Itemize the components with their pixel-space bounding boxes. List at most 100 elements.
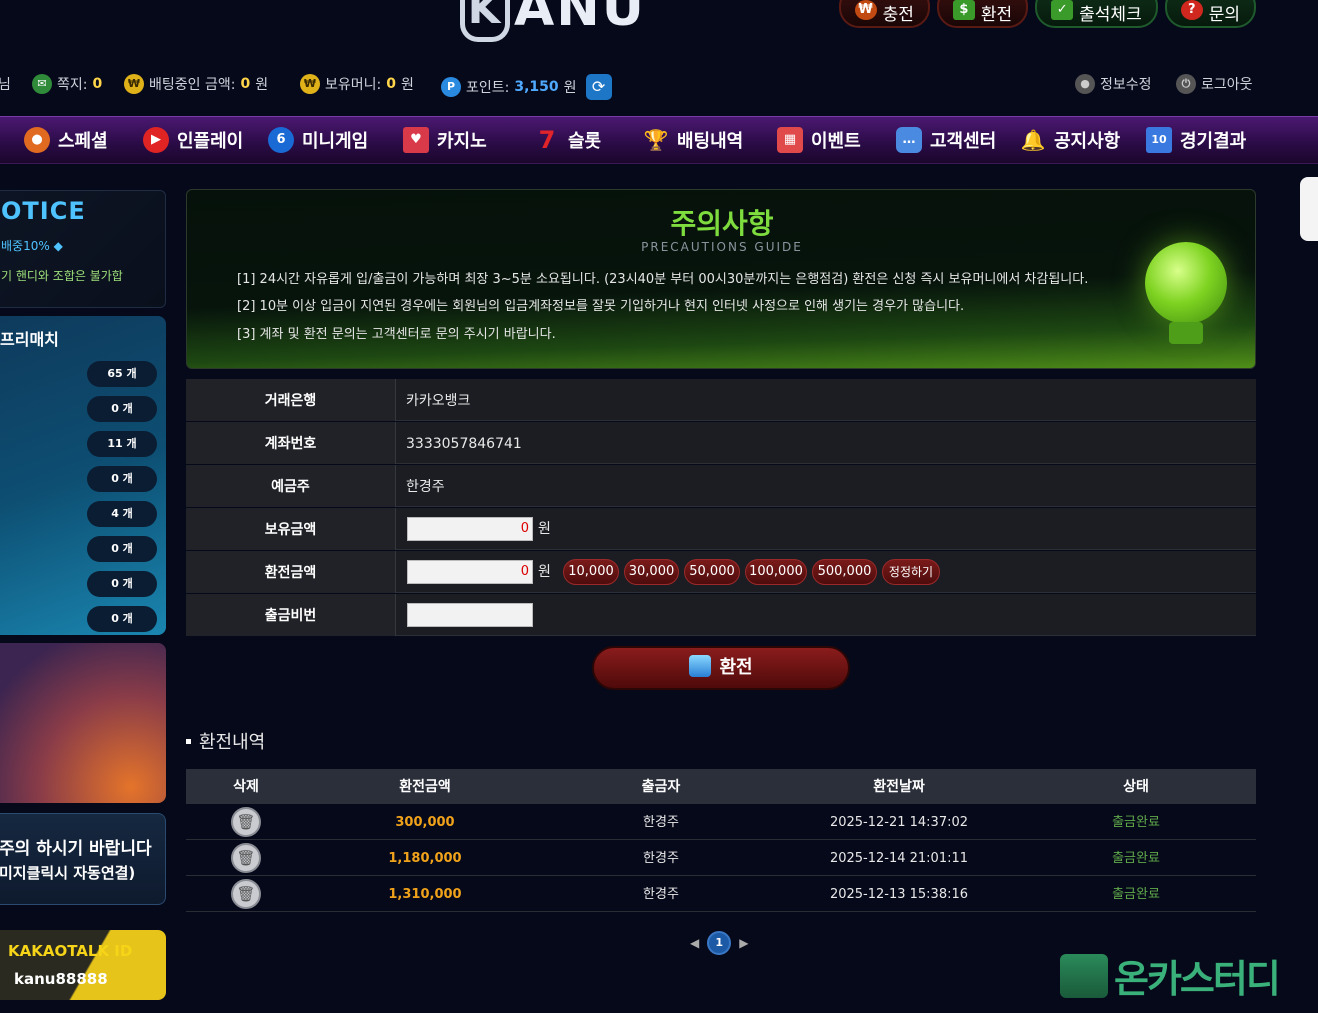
- bank-label: 거래은행: [186, 379, 396, 421]
- precautions-panel: 주의사항 PRECAUTIONS GUIDE [1] 24시간 자유롭게 입/출…: [186, 189, 1256, 369]
- nav-slot[interactable]: 7 슬롯: [534, 127, 601, 153]
- nav-customer-center[interactable]: … 고객센터: [896, 127, 996, 153]
- match-count[interactable]: 0 개: [87, 396, 157, 422]
- amount-500000-button[interactable]: 500,000: [812, 559, 877, 585]
- row-date: 2025-12-14 21:01:11: [829, 851, 969, 866]
- match-count[interactable]: 0 개: [87, 606, 157, 632]
- precaution-line: [1] 24시간 자유롭게 입/출금이 가능하며 최장 3~5분 소요됩니다. …: [237, 272, 1089, 287]
- precaution-line: [3] 계좌 및 환전 문의는 고객센터로 문의 주시기 바랍니다.: [237, 327, 556, 342]
- book-icon: [1060, 953, 1108, 998]
- balance-label: 보유금액: [186, 508, 396, 550]
- amount-input[interactable]: 0: [407, 560, 533, 584]
- kakao-label: KAKAOTALK ID: [8, 942, 133, 960]
- attendance-icon: ✓: [1051, 0, 1074, 20]
- site-logo[interactable]: K ANU: [460, 0, 646, 42]
- row-holder: 한경주: [643, 815, 679, 830]
- match-count[interactable]: 11 개: [87, 431, 157, 457]
- charge-icon: ₩: [854, 0, 877, 20]
- inquiry-button[interactable]: ? 문의: [1164, 0, 1256, 28]
- nav-casino[interactable]: ♥ 카지노: [403, 127, 487, 153]
- page-number[interactable]: 1: [707, 931, 732, 955]
- user-info-bar: 님 ✉ 쪽지: 0 ₩ 배팅중인 금액: 0 원 ₩ 보유머니: 0 원 P 포…: [0, 70, 1318, 100]
- table-row: 🗑 1,180,000 한경주 2025-12-14 21:01:11 출금완료: [186, 840, 1256, 876]
- holder-label: 예금주: [186, 465, 396, 507]
- amount-reset-button[interactable]: 정정하기: [882, 559, 940, 585]
- precaution-line: [2] 10분 이상 입금이 지연된 경우에는 회원님의 입금계좌정보를 잘못 …: [237, 299, 965, 314]
- logout-link[interactable]: ⏻ 로그아웃: [1176, 74, 1253, 94]
- seven-icon: 7: [538, 126, 556, 154]
- sidebar-warning-banner[interactable]: 주의 하시기 바랍니다 미지클릭시 자동연결): [0, 813, 166, 905]
- match-count[interactable]: 4 개: [87, 501, 157, 527]
- form-row-holder: 예금주 한경주: [186, 465, 1256, 507]
- scoreboard-icon: 10: [1146, 127, 1172, 153]
- match-count[interactable]: 0 개: [87, 466, 157, 492]
- history-title: 환전내역: [186, 728, 265, 754]
- exchange-submit-button[interactable]: 환전: [592, 646, 850, 690]
- row-amount: 1,310,000: [388, 887, 462, 902]
- form-row-account: 계좌번호 3333057846741: [186, 422, 1256, 464]
- match-count[interactable]: 0 개: [87, 536, 157, 562]
- point-convert-icon[interactable]: ⟳: [585, 74, 612, 100]
- match-count[interactable]: 65 개: [87, 361, 157, 387]
- col-delete: 삭제: [233, 779, 259, 795]
- bell-icon: 🔔: [1020, 128, 1046, 152]
- col-date: 환전날짜: [873, 779, 925, 795]
- next-page-icon[interactable]: ▶: [739, 936, 748, 950]
- trash-icon[interactable]: 🗑: [231, 879, 261, 909]
- pin-input[interactable]: [407, 603, 533, 627]
- trash-icon[interactable]: 🗑: [231, 807, 261, 837]
- power-icon: ⏻: [1176, 74, 1196, 94]
- won-coin-icon: ₩: [124, 74, 144, 94]
- messages-info[interactable]: ✉ 쪽지: 0: [32, 74, 102, 94]
- calendar-icon: ▦: [777, 127, 803, 153]
- attendance-button[interactable]: ✓ 출석체크: [1035, 0, 1158, 28]
- edit-profile-link[interactable]: ● 정보수정: [1075, 74, 1152, 94]
- won-coin-icon: ₩: [300, 74, 320, 94]
- sidebar-kakao-banner[interactable]: KAKAOTALK ID kanu88888: [0, 930, 166, 1000]
- history-header: 삭제 환전금액 출금자 환전날짜 상태: [186, 769, 1256, 804]
- bank-value: 카카오뱅크: [406, 393, 471, 409]
- row-date: 2025-12-21 14:37:02: [829, 815, 969, 830]
- col-amount: 환전금액: [399, 779, 451, 795]
- nav-betting-history[interactable]: 🏆 배팅내역: [643, 127, 744, 153]
- row-date: 2025-12-13 15:38:16: [829, 887, 969, 902]
- prev-page-icon[interactable]: ◀: [690, 936, 699, 950]
- logo-k-mark: K: [460, 0, 510, 42]
- point-info: P 포인트: 3,150 원 ⟳: [441, 74, 612, 100]
- nav-special[interactable]: ● 스페셜: [24, 127, 108, 153]
- holder-value: 한경주: [406, 479, 445, 495]
- row-status: 출금완료: [1112, 851, 1160, 866]
- sidebar-notice[interactable]: OTICE 배중10% ◆ 기 핸디와 조합은 불가합: [0, 190, 166, 308]
- user-icon: ●: [1075, 74, 1095, 94]
- amount-30000-button[interactable]: 30,000: [624, 559, 679, 585]
- amount-100000-button[interactable]: 100,000: [745, 559, 807, 585]
- form-row-amount: 환전금액 0 원 10,000 30,000 50,000 100,000 50…: [186, 551, 1256, 593]
- nav-event[interactable]: ▦ 이벤트: [777, 127, 861, 153]
- nav-results[interactable]: 10 경기결과: [1146, 127, 1246, 153]
- lightbulb-base: [1169, 322, 1203, 344]
- col-holder: 출금자: [641, 779, 681, 795]
- charge-button[interactable]: ₩ 충전: [838, 0, 930, 28]
- nav-notice[interactable]: 🔔 공지사항: [1020, 127, 1121, 153]
- amount-50000-button[interactable]: 50,000: [684, 559, 740, 585]
- balance-field: 0: [407, 517, 533, 541]
- row-status: 출금완료: [1112, 887, 1160, 902]
- six-ball-icon: 6: [268, 127, 294, 153]
- notice-line: 배중10% ◆: [1, 239, 63, 253]
- kakao-id: kanu88888: [14, 970, 108, 988]
- row-status: 출금완료: [1112, 815, 1160, 830]
- side-edge-tab[interactable]: [1300, 177, 1318, 241]
- exchange-button[interactable]: $ 환전: [936, 0, 1029, 28]
- form-row-pin: 출금비번: [186, 594, 1256, 636]
- nav-inplay[interactable]: ▶ 인플레이: [143, 127, 243, 153]
- account-value: 3333057846741: [406, 436, 522, 452]
- main-nav: ● 스페셜 ▶ 인플레이 6 미니게임 ♥ 카지노 7 슬롯 🏆 배팅내역 ▦ 이벤트 … 고객…: [0, 116, 1318, 164]
- row-amount: 1,180,000: [388, 851, 462, 866]
- username-suffix: 님: [0, 77, 11, 93]
- sidebar-promo-banner[interactable]: [0, 643, 166, 803]
- nav-minigame[interactable]: 6 미니게임: [268, 127, 368, 153]
- trash-icon[interactable]: 🗑: [231, 843, 261, 873]
- chat-icon: …: [896, 127, 922, 153]
- match-count[interactable]: 0 개: [87, 571, 157, 597]
- amount-10000-button[interactable]: 10,000: [563, 559, 619, 585]
